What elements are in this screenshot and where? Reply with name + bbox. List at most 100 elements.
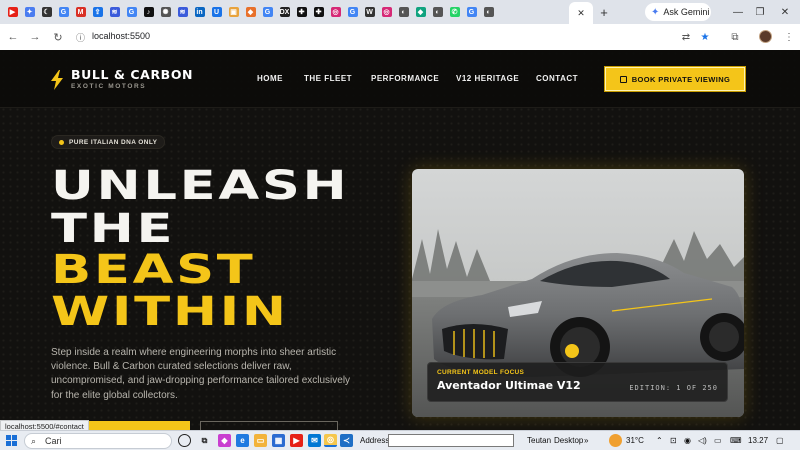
browser-tab[interactable]: ≋ [106,0,123,24]
browser-tab[interactable]: ☾ [38,0,55,24]
cta-label: BOOK PRIVATE VIEWING [631,74,731,84]
nav-link-fleet[interactable]: THE FLEET [304,74,352,83]
book-private-viewing-button[interactable]: BOOK PRIVATE VIEWING [605,67,745,91]
browser-tab[interactable]: W [361,0,378,24]
tray-item-desktop[interactable]: Desktop [554,436,583,445]
dx-icon: DX [279,7,290,17]
browser-tab[interactable]: in [191,0,208,24]
browser-tab[interactable]: ≋ [174,0,191,24]
browser-tab[interactable]: ✦ [21,0,38,24]
google-icon: G [262,7,273,17]
browser-tab[interactable]: U [208,0,225,24]
windows-start-icon[interactable] [6,435,17,446]
camera-icon[interactable]: ◉ [684,436,691,445]
forward-icon[interactable]: → [27,29,43,45]
task-view-icon[interactable] [178,434,191,447]
back-icon[interactable]: ← [5,29,21,45]
notifications-icon[interactable]: ▢ [776,436,784,445]
mail-icon[interactable]: ✉ [308,434,321,447]
browser-tab[interactable]: ◐ [480,0,497,24]
browser-tab[interactable]: ◐ [395,0,412,24]
google-icon: G [58,7,69,17]
badge-dot-icon [59,140,64,145]
browser-tab[interactable]: G [463,0,480,24]
address-bar[interactable]: localhost:5500 [92,31,150,41]
tray-expand-icon[interactable]: » [584,436,588,445]
windows-taskbar: ⌕ Cari ⧉ ◆ e ▭ ▦ ▶ ✉ ◎ ≺ Address Teutan … [0,430,800,450]
browser-tab[interactable]: ✚ [293,0,310,24]
google-icon: G [466,7,477,17]
active-tab[interactable]: ✕ [569,2,593,24]
sun-icon: ✺ [160,7,171,17]
browser-tab[interactable]: ⇪ [89,0,106,24]
weather-icon[interactable] [609,434,622,447]
browser-tab[interactable]: G [123,0,140,24]
chrome-icon[interactable]: ◎ [324,434,337,447]
restore-icon[interactable]: ❐ [749,2,771,22]
close-tab-icon[interactable]: ✕ [577,8,585,19]
close-window-icon[interactable]: ✕ [774,2,796,22]
app-icon: ◆ [245,7,256,17]
headline-line-4: WITHIN [51,289,289,335]
headline-line-1: UNLEASH [51,163,350,209]
widgets-icon[interactable]: ⧉ [198,434,211,447]
wiki-icon: W [364,7,375,17]
volume-icon[interactable]: ◁) [698,436,707,445]
browser-tab[interactable]: ▶ [4,0,21,24]
edge-icon[interactable]: e [236,434,249,447]
car-info-label: CURRENT MODEL FOCUS [437,369,525,376]
ask-gemini-button[interactable]: ✦ Ask Gemini [645,3,711,21]
logo-title[interactable]: BULL & CARBON [71,67,193,82]
extensions-icon[interactable]: ⧉ [727,29,743,45]
nav-link-performance[interactable]: PERFORMANCE [371,74,439,83]
network-icon[interactable]: ⊡ [670,436,677,445]
nav-link-home[interactable]: HOME [257,74,283,83]
chevron-up-icon[interactable]: ⌃ [656,436,663,445]
browser-tab[interactable]: ◆ [242,0,259,24]
store-icon[interactable]: ▦ [272,434,285,447]
browser-tab[interactable]: M [72,0,89,24]
browser-tab[interactable]: ✆ [446,0,463,24]
app-icon: ≋ [109,7,120,17]
browser-tab[interactable]: ✚ [310,0,327,24]
site-info-icon[interactable]: ⓘ [76,31,85,44]
youtube-taskbar-icon[interactable]: ▶ [290,434,303,447]
address-toolbar-input[interactable] [388,434,514,447]
copilot-icon[interactable]: ◆ [218,434,231,447]
gemini-sparkle-icon: ✦ [651,6,660,18]
tray-item-teutan[interactable]: Teutan [527,436,551,445]
browser-menu-icon[interactable]: ⋮ [781,29,797,45]
hero-description: Step inside a realm where engineering mo… [51,347,351,401]
nav-link-contact[interactable]: CONTACT [536,74,578,83]
browser-tab[interactable]: G [55,0,72,24]
cross-icon: ✚ [296,7,307,17]
browser-tab[interactable]: ✺ [157,0,174,24]
translate-icon[interactable]: ⇄ [678,29,694,45]
browser-tab[interactable]: G [259,0,276,24]
bookmark-star-icon[interactable]: ★ [697,29,713,45]
keyboard-icon[interactable]: ⌨ [730,436,742,445]
battery-icon[interactable]: ▭ [714,436,722,445]
browser-tab[interactable]: ♪ [140,0,157,24]
new-tab-button[interactable]: + [596,4,612,20]
taskbar-search[interactable]: ⌕ Cari [24,433,172,449]
browser-tab[interactable]: G [344,0,361,24]
file-explorer-icon[interactable]: ▭ [254,434,267,447]
google-icon: G [126,7,137,17]
clock-time[interactable]: 13.27 [748,436,768,445]
whatsapp-icon: ✆ [449,7,460,17]
vscode-icon[interactable]: ≺ [340,434,353,447]
youtube-icon: ▶ [7,7,18,17]
google-icon: G [347,7,358,17]
browser-tab[interactable]: DX [276,0,293,24]
reload-icon[interactable]: ↻ [50,29,66,45]
browser-tab[interactable]: ◎ [327,0,344,24]
secondary-hero-button[interactable] [200,421,338,430]
nav-link-v12-heritage[interactable]: V12 HERITAGE [456,74,519,83]
browser-tab[interactable]: ◎ [378,0,395,24]
browser-tab[interactable]: ◐ [429,0,446,24]
browser-tab[interactable]: ◆ [412,0,429,24]
minimize-icon[interactable]: — [727,2,749,22]
browser-tab[interactable]: ▣ [225,0,242,24]
profile-avatar[interactable] [759,30,772,43]
